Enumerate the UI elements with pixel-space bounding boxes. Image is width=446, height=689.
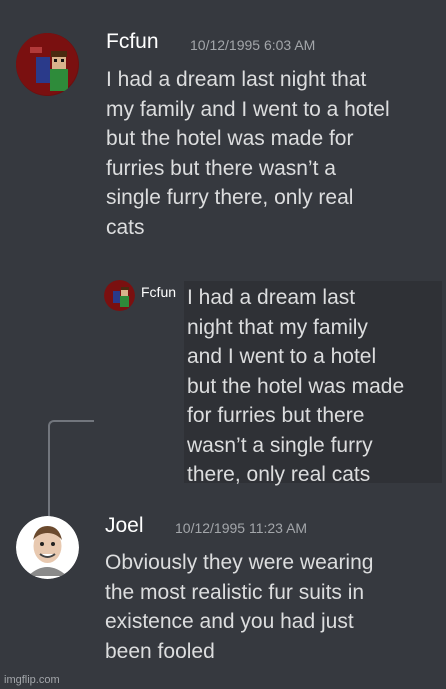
message-text: Obviously they were wearing the most rea… — [105, 551, 374, 663]
message-text: I had a dream last night that my family … — [106, 68, 390, 239]
timestamp: 10/12/1995 6:03 AM — [190, 37, 316, 53]
timestamp: 10/12/1995 11:23 AM — [175, 520, 308, 536]
username-fcfun[interactable]: Fcfun — [106, 30, 159, 54]
joel-avatar-icon[interactable] — [16, 516, 79, 579]
message-fcfun: Fcfun 10/12/1995 6:03 AM I had a dream l… — [0, 0, 446, 250]
fcfun-avatar-icon[interactable] — [16, 33, 79, 96]
message-joel: Joel 10/12/1995 11:23 AM Obviously they … — [0, 500, 446, 670]
fcfun-reply-avatar-icon[interactable] — [104, 280, 135, 311]
watermark: imgflip.com — [4, 674, 60, 686]
reply-username[interactable]: Fcfun — [141, 284, 176, 300]
username-joel[interactable]: Joel — [105, 514, 144, 538]
reply-quote-text: I had a dream last night that my family … — [187, 286, 405, 486]
